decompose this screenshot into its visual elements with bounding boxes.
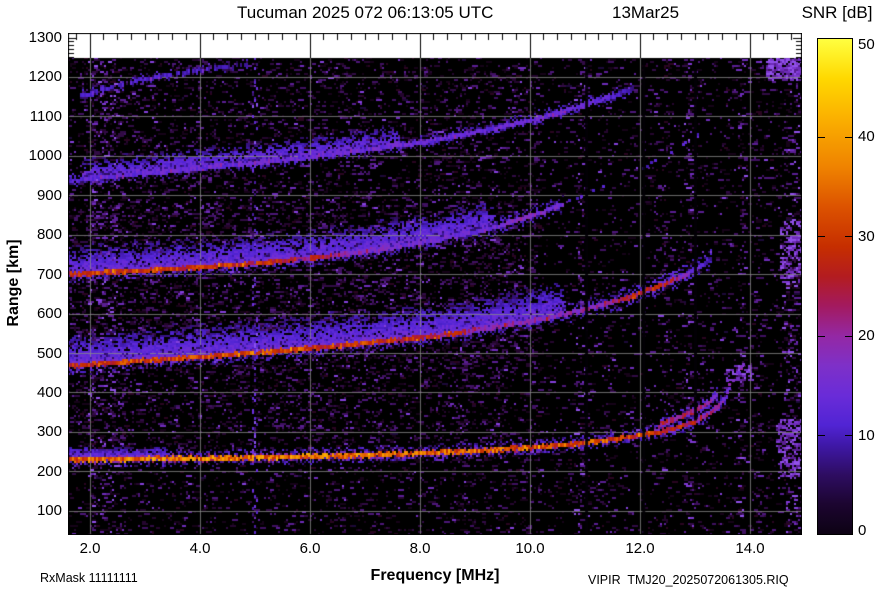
colorbar-title: SNR [dB] — [801, 3, 873, 22]
colorbar-tick-label: 50 — [858, 36, 875, 53]
y-tick-label: 200 — [36, 462, 62, 480]
colorbar-tick-mark — [818, 435, 825, 436]
x-tick-label: 8.0 — [409, 540, 431, 557]
y-tick-label: 1100 — [29, 107, 62, 125]
y-tick-label: 400 — [36, 383, 62, 401]
colorbar-tick-label: 10 — [858, 426, 875, 444]
colorbar-tick-label: 0 — [858, 522, 867, 539]
colorbar-tick-mark — [845, 336, 852, 337]
x-tick-label: 2.0 — [79, 540, 101, 557]
title-date: 13Mar25 — [612, 3, 680, 22]
colorbar-tick-mark — [818, 236, 825, 237]
y-tick-label: 300 — [36, 423, 62, 441]
snr-colorbar — [817, 38, 853, 535]
x-tick-label: 10.0 — [515, 540, 545, 557]
colorbar-tick-mark — [845, 236, 852, 237]
y-tick-label: 500 — [36, 344, 62, 362]
x-tick-label: 4.0 — [189, 540, 211, 557]
data-filename: VIPIR TMJ20_2025072061305.RIQ — [588, 573, 789, 587]
y-tick-label: 600 — [36, 305, 62, 323]
colorbar-tick-label: 20 — [858, 327, 875, 345]
x-tick-label: 6.0 — [299, 540, 321, 557]
colorbar-tick-mark — [818, 137, 825, 138]
y-tick-label: 100 — [36, 502, 62, 520]
page-title: Tucuman 2025 072 06:13:05 UTC — [237, 3, 494, 22]
y-tick-label: 900 — [36, 186, 62, 204]
y-tick-label: 1200 — [28, 68, 62, 86]
colorbar-tick-mark — [845, 435, 852, 436]
colorbar-tick-label: 40 — [858, 128, 875, 146]
colorbar-tick-mark — [845, 137, 852, 138]
x-axis-label: Frequency [MHz] — [370, 567, 500, 584]
x-tick-label: 14.0 — [735, 540, 765, 557]
ionogram-figure: Tucuman 2025 072 06:13:05 UTC 13Mar25 SN… — [0, 0, 884, 595]
y-tick-label: 1300 — [28, 29, 62, 46]
rx-mask-text: RxMask 11111111 — [40, 571, 138, 585]
x-tick-label: 12.0 — [625, 540, 655, 557]
colorbar-tick-mark — [818, 336, 825, 337]
colorbar-tick-label: 30 — [858, 227, 875, 245]
y-tick-label: 800 — [36, 226, 62, 244]
y-tick-label: 1000 — [28, 147, 62, 165]
y-tick-label: 700 — [36, 265, 62, 283]
ionogram-plot-canvas — [68, 33, 802, 535]
